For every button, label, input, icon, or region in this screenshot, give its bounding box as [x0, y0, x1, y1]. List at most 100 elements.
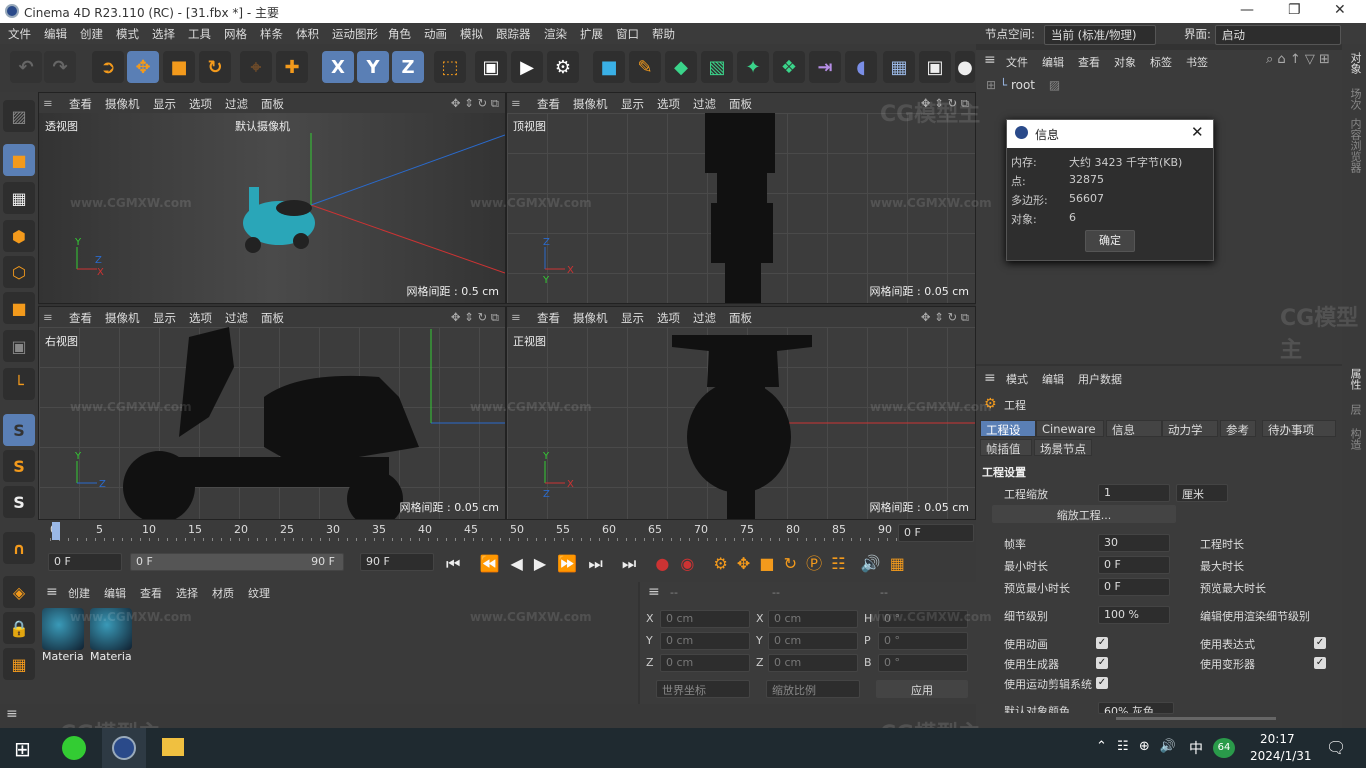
- right-tab[interactable]: 层: [1347, 404, 1363, 415]
- key-rotation-icon[interactable]: ↻: [784, 554, 797, 573]
- attr-menu-item[interactable]: 用户数据: [1078, 373, 1122, 386]
- spline-icon[interactable]: ◖: [845, 51, 877, 83]
- viewport-menu-item[interactable]: 过滤: [225, 96, 248, 112]
- menu-7[interactable]: 样条: [260, 26, 283, 42]
- menu-5[interactable]: 工具: [188, 26, 211, 42]
- attr-tab[interactable]: Cineware: [1036, 420, 1104, 437]
- current-frame-field[interactable]: 0 F: [48, 553, 122, 571]
- viewport-menu-item[interactable]: 选项: [657, 310, 680, 326]
- viewport-nav-icons[interactable]: ✥ ⇕ ↻ ⧉: [921, 310, 969, 325]
- arrow-up-icon[interactable]: ↑: [1290, 52, 1301, 67]
- coord-field[interactable]: 0 cm: [660, 654, 750, 672]
- snap-settings-icon[interactable]: S: [3, 450, 35, 482]
- windows-start-icon[interactable]: ⊞: [14, 737, 31, 761]
- coord-system-select[interactable]: 世界坐标: [656, 680, 750, 698]
- menu-icon[interactable]: ≡: [46, 584, 58, 600]
- x-axis-icon[interactable]: X: [322, 51, 354, 83]
- playhead[interactable]: [52, 522, 60, 540]
- render-view-icon[interactable]: ▣: [475, 51, 507, 83]
- use-expr-checkbox[interactable]: ✓: [1314, 637, 1326, 649]
- max-frame-field[interactable]: 90 F: [360, 553, 434, 571]
- viewport-menu-item[interactable]: 摄像机: [105, 96, 140, 112]
- material-menu-item[interactable]: 创建: [68, 587, 90, 600]
- attr-tab[interactable]: 场景节点: [1034, 439, 1092, 456]
- clock-date[interactable]: 2024/1/31: [1250, 749, 1312, 763]
- viewport-menu-item[interactable]: 摄像机: [573, 96, 608, 112]
- key-position-icon[interactable]: ✥: [737, 554, 750, 573]
- browser-icon[interactable]: [62, 736, 86, 760]
- workplane-icon[interactable]: ◈: [3, 576, 35, 608]
- use-gen-checkbox[interactable]: ✓: [1096, 657, 1108, 669]
- file-explorer-icon[interactable]: [162, 738, 184, 756]
- material-menu-item[interactable]: 编辑: [104, 587, 126, 600]
- menu-icon[interactable]: ≡: [43, 310, 53, 324]
- timeline-ruler[interactable]: 051015202530354045505560657075808590: [50, 520, 900, 542]
- object-menu-item[interactable]: 对象: [1114, 56, 1136, 69]
- model-mode-icon[interactable]: ■: [3, 144, 35, 176]
- attr-menu-item[interactable]: 编辑: [1042, 373, 1064, 386]
- rotate-icon[interactable]: ↻: [199, 51, 231, 83]
- coord-field[interactable]: 0 °: [878, 654, 968, 672]
- camera-icon[interactable]: ▣: [919, 51, 951, 83]
- use-deform-checkbox[interactable]: ✓: [1314, 657, 1326, 669]
- object-menu-item[interactable]: 查看: [1078, 56, 1100, 69]
- live-select-icon[interactable]: ⌖: [240, 51, 272, 83]
- attr-tab[interactable]: 待办事项: [1262, 420, 1336, 437]
- render-icon[interactable]: ▶: [511, 51, 543, 83]
- viewport-menu-item[interactable]: 面板: [261, 96, 284, 112]
- pen-icon[interactable]: ✎: [629, 51, 661, 83]
- material-menu-item[interactable]: 选择: [176, 587, 198, 600]
- scale-mode-select[interactable]: 缩放比例: [766, 680, 860, 698]
- viewport-menu-item[interactable]: 显示: [153, 96, 176, 112]
- menu-0[interactable]: 文件: [8, 26, 31, 42]
- ok-button[interactable]: 确定: [1085, 230, 1135, 252]
- menu-12[interactable]: 模拟: [460, 26, 483, 42]
- viewport-canvas[interactable]: 正视图 YXZ 网格间距 : 0.05 cm: [507, 327, 975, 519]
- viewport-nav-icons[interactable]: ✥ ⇕ ↻ ⧉: [451, 96, 499, 111]
- attr-tab[interactable]: 参考: [1220, 420, 1256, 437]
- viewport-menu-item[interactable]: 过滤: [693, 310, 716, 326]
- menu-17[interactable]: 帮助: [652, 26, 675, 42]
- end-frame-field[interactable]: 0 F: [898, 524, 974, 542]
- keyframe-settings-icon[interactable]: ⚙: [713, 554, 727, 573]
- menu-icon[interactable]: ≡: [511, 310, 521, 324]
- key-param-icon[interactable]: Ⓟ: [806, 554, 822, 573]
- go-start-icon[interactable]: ⏮: [446, 554, 460, 573]
- minimize-icon[interactable]: —: [1240, 2, 1254, 18]
- menu-icon[interactable]: ≡: [511, 96, 521, 110]
- network-icon[interactable]: ☷: [1117, 739, 1129, 754]
- prev-frame-icon[interactable]: ◀: [511, 554, 523, 573]
- language-icon[interactable]: ⊕: [1139, 739, 1150, 754]
- coord-field[interactable]: 0 cm: [768, 632, 858, 650]
- key-pla-icon[interactable]: ☷: [831, 554, 845, 573]
- right-tab[interactable]: 内容浏览器: [1347, 118, 1363, 173]
- subdivision-icon[interactable]: ◆: [665, 51, 697, 83]
- menu-10[interactable]: 角色: [388, 26, 411, 42]
- right-tab[interactable]: 属性: [1347, 368, 1363, 390]
- cube-icon[interactable]: ■: [593, 51, 625, 83]
- edges-mode-icon[interactable]: ⬡: [3, 256, 35, 288]
- viewport-menu-item[interactable]: 显示: [153, 310, 176, 326]
- material-menu-item[interactable]: 查看: [140, 587, 162, 600]
- scale-unit-select[interactable]: 厘米: [1176, 484, 1228, 502]
- uv-mode-icon[interactable]: ▣: [3, 330, 35, 362]
- menu-icon[interactable]: ≡: [984, 370, 996, 386]
- frame-range-slider[interactable]: 0 F 90 F: [130, 553, 344, 571]
- play-icon[interactable]: ▶: [534, 554, 546, 573]
- texture-mode-icon[interactable]: ▦: [3, 182, 35, 214]
- viewport-nav-icons[interactable]: ✥ ⇕ ↻ ⧉: [451, 310, 499, 325]
- filter-icon[interactable]: ▽: [1305, 52, 1315, 67]
- min-time-field[interactable]: 0 F: [1098, 556, 1170, 574]
- move-axis-icon[interactable]: ✚: [276, 51, 308, 83]
- prev-key-icon[interactable]: ⏪: [480, 554, 500, 573]
- menu-11[interactable]: 动画: [424, 26, 447, 42]
- menu-icon[interactable]: ≡: [648, 584, 660, 600]
- viewport-menu-item[interactable]: 面板: [261, 310, 284, 326]
- cloner-icon[interactable]: ✦: [737, 51, 769, 83]
- axis-mode-icon[interactable]: └: [3, 368, 35, 400]
- viewport-menu-item[interactable]: 面板: [729, 310, 752, 326]
- attr-menu-item[interactable]: 模式: [1006, 373, 1028, 386]
- y-axis-icon[interactable]: Y: [357, 51, 389, 83]
- coord-field[interactable]: 0 cm: [768, 654, 858, 672]
- right-tab[interactable]: 对象: [1347, 52, 1363, 74]
